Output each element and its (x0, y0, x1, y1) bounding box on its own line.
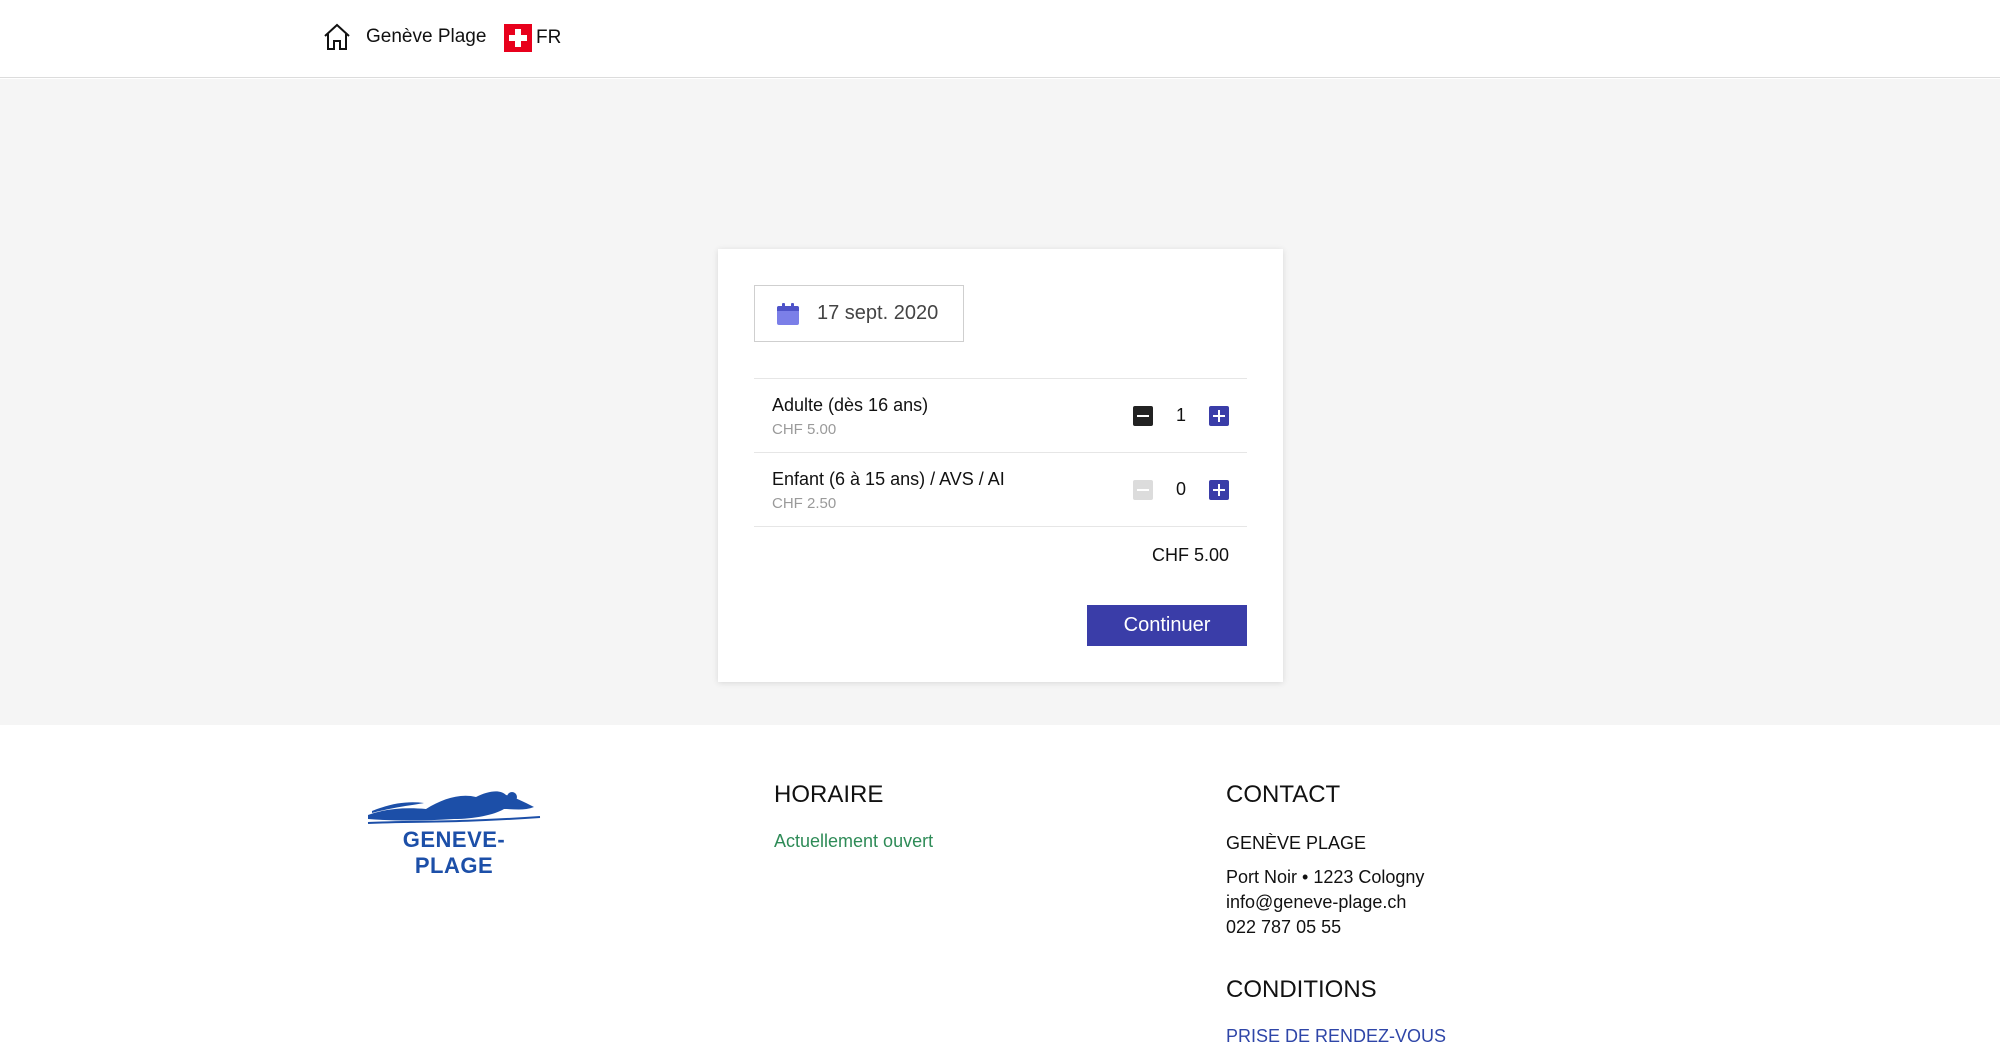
home-link[interactable]: Genève Plage (322, 22, 486, 52)
contact-title: CONTACT (1226, 781, 1341, 808)
ticket-row-adult: Adulte (dès 16 ans) CHF 5.00 1 (754, 379, 1247, 453)
conditions-section: CONDITIONS PRISE DE RENDEZ-VOUS (1226, 976, 1446, 1047)
language-label: FR (536, 27, 562, 48)
opening-status: Actuellement ouvert (774, 831, 934, 851)
contact-email[interactable]: info@geneve-plage.ch (1226, 890, 1424, 915)
conditions-title: CONDITIONS (1226, 976, 1377, 1003)
ticket-price: CHF 2.50 (772, 495, 837, 512)
contact-section: CONTACT GENÈVE PLAGE Port Noir • 1223 Co… (1226, 781, 1424, 940)
increment-button[interactable] (1209, 479, 1229, 500)
logo-text: GENEVE-PLAGE (402, 827, 506, 878)
geneve-plage-logo[interactable]: GENEVE-PLAGE (364, 785, 544, 878)
quantity-stepper: 0 (1133, 479, 1229, 500)
calendar-icon (777, 302, 799, 325)
ticket-title: Adulte (dès 16 ans) (772, 395, 929, 415)
ticket-title: Enfant (6 à 15 ans) / AVS / AI (772, 469, 1005, 489)
ticket-row-child: Enfant (6 à 15 ans) / AVS / AI CHF 2.50 … (754, 453, 1247, 527)
horaire-section: HORAIRE Actuellement ouvert (774, 781, 933, 852)
main-area: 17 sept. 2020 Adulte (dès 16 ans) CHF 5.… (0, 79, 2000, 725)
appointment-link[interactable]: PRISE DE RENDEZ-VOUS (1226, 1026, 1446, 1047)
quantity-value: 1 (1175, 405, 1186, 425)
contact-address: Port Noir • 1223 Cologny (1226, 867, 1425, 887)
quantity-stepper: 1 (1133, 405, 1229, 426)
total-price: CHF 5.00 (1151, 545, 1229, 565)
date-picker[interactable]: 17 sept. 2020 (754, 285, 964, 342)
quantity-value: 0 (1175, 479, 1186, 499)
home-label: Genève Plage (366, 26, 487, 47)
contact-name: GENÈVE PLAGE (1226, 833, 1367, 853)
ticket-list: Adulte (dès 16 ans) CHF 5.00 1 Enfant (6… (754, 378, 1247, 527)
decrement-button[interactable] (1133, 405, 1153, 426)
selected-date: 17 sept. 2020 (817, 302, 939, 324)
swiss-flag-icon (504, 24, 532, 52)
swimmer-icon (367, 791, 541, 824)
top-header: Genève Plage FR (0, 0, 2000, 78)
contact-phone[interactable]: 022 787 05 55 (1226, 915, 1424, 940)
booking-card: 17 sept. 2020 Adulte (dès 16 ans) CHF 5.… (718, 249, 1283, 682)
language-selector[interactable]: FR (504, 24, 561, 52)
home-icon (324, 23, 350, 50)
horaire-title: HORAIRE (774, 781, 884, 808)
ticket-price: CHF 5.00 (772, 421, 837, 438)
continue-button[interactable]: Continuer (1087, 605, 1247, 646)
decrement-button (1133, 479, 1153, 500)
footer: GENEVE-PLAGE HORAIRE Actuellement ouvert… (0, 725, 2000, 1050)
increment-button[interactable] (1209, 405, 1229, 426)
